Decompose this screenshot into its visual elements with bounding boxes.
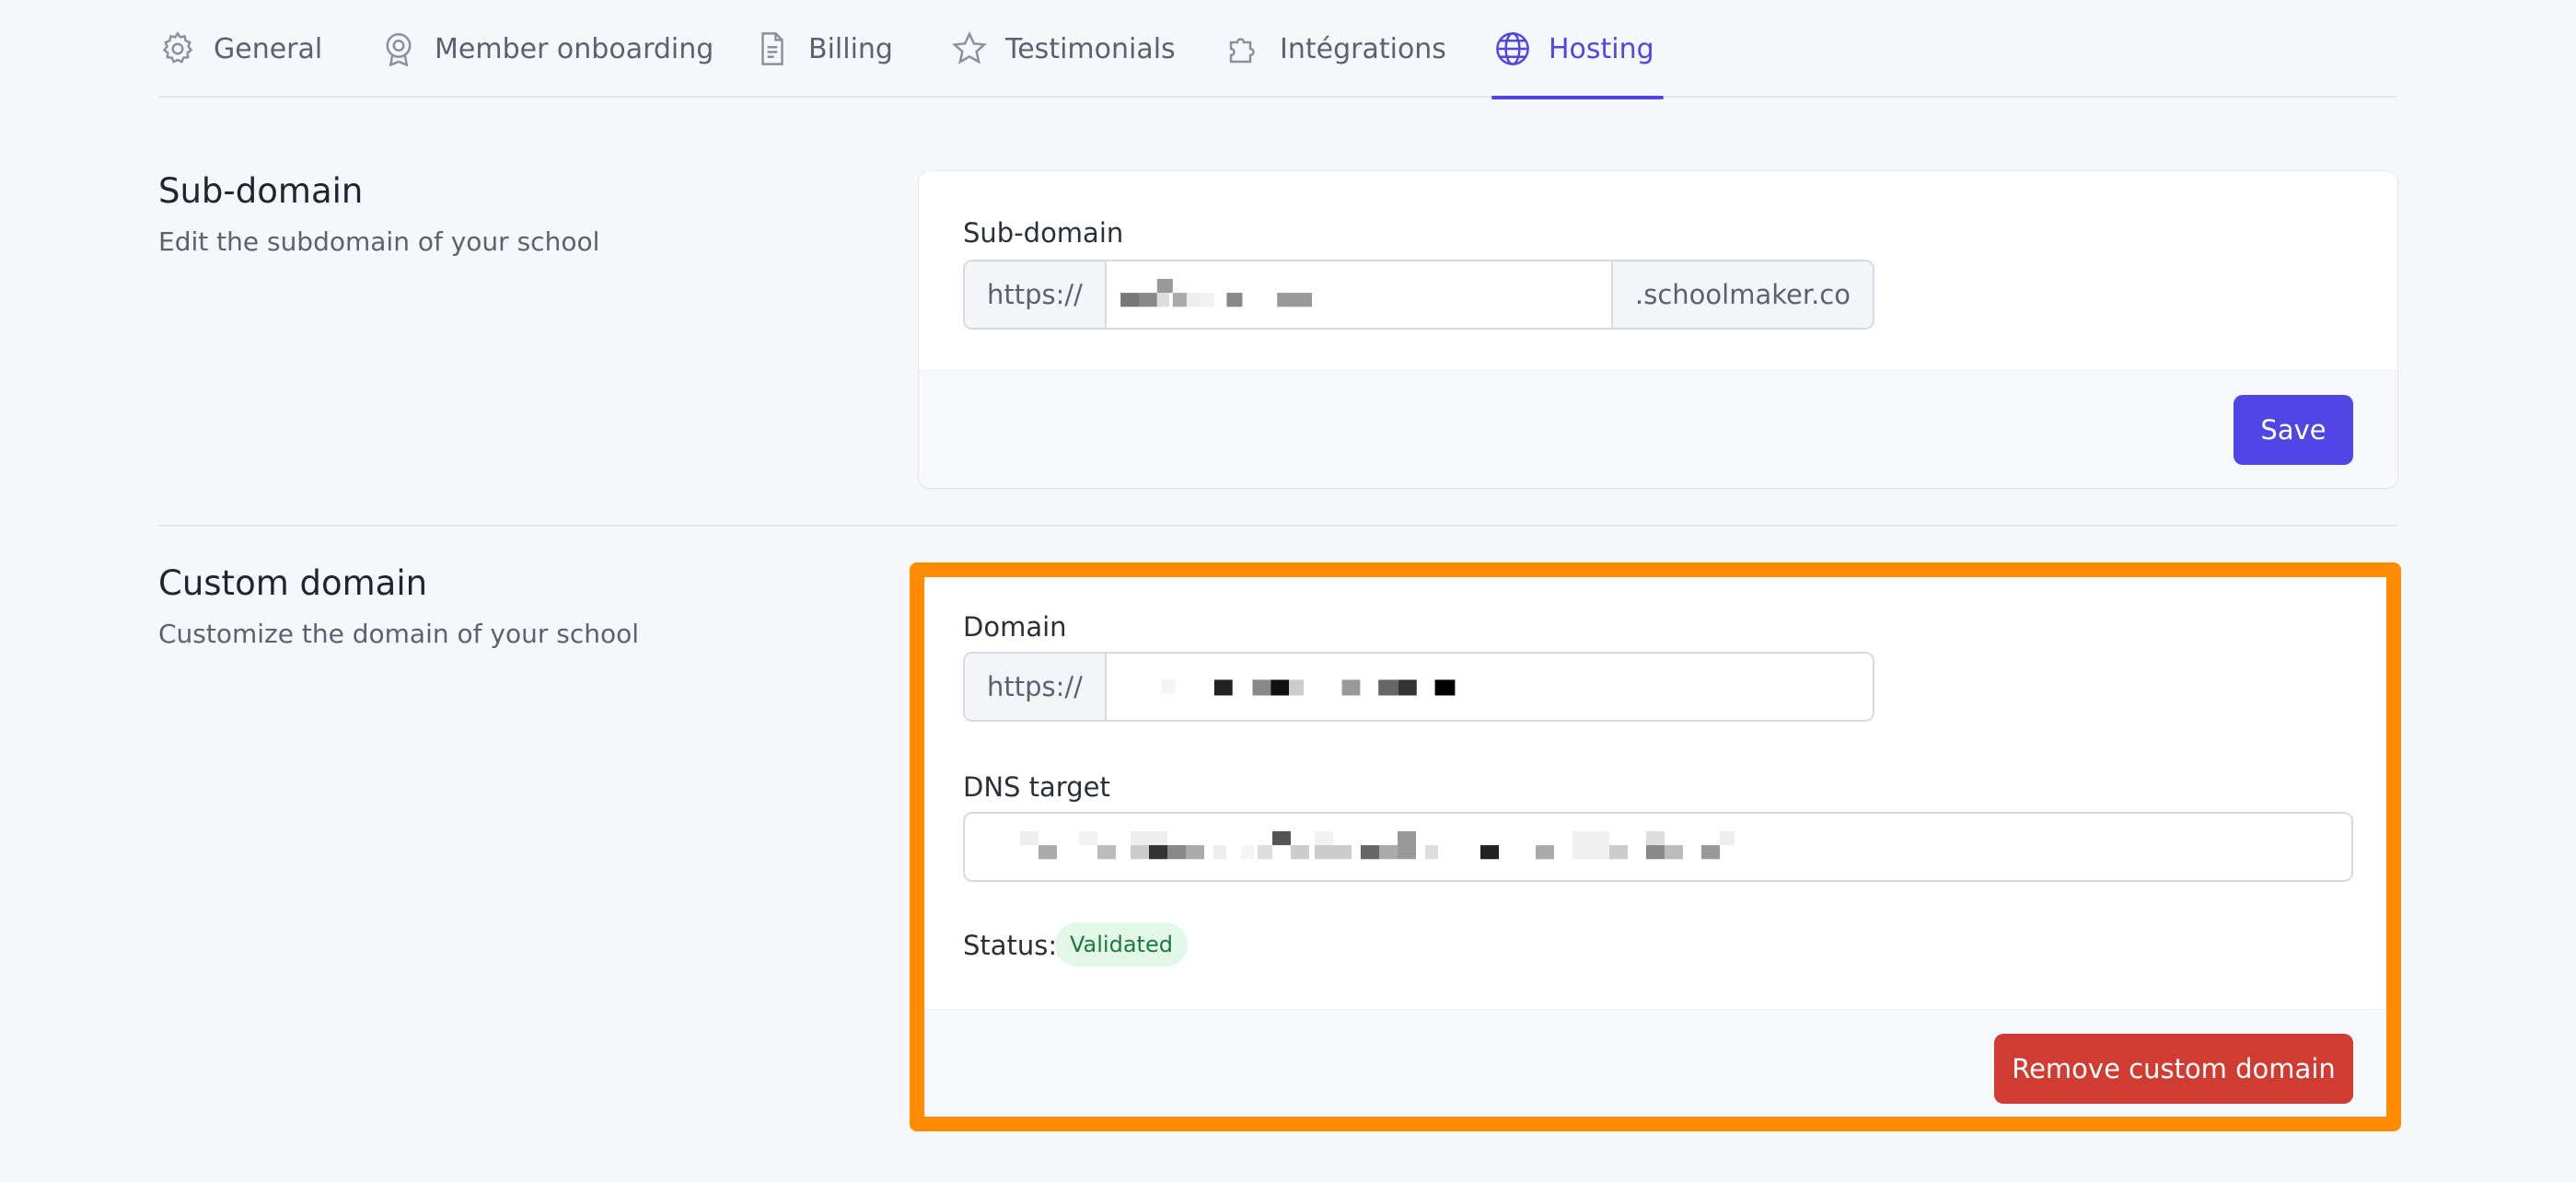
tab-label: Intégrations bbox=[1280, 32, 1446, 65]
tab-label: Billing bbox=[808, 32, 893, 65]
section-divider bbox=[158, 525, 2397, 527]
tab-member-onboarding[interactable]: Member onboarding bbox=[379, 0, 714, 98]
tab-label: Testimonials bbox=[1005, 32, 1176, 65]
redacted-value bbox=[1161, 679, 1456, 696]
tab-hosting[interactable]: Hosting bbox=[1491, 0, 1664, 99]
subdomain-card-footer: Save bbox=[919, 370, 2397, 488]
dns-target-input-group bbox=[963, 812, 2353, 882]
tab-billing[interactable]: Billing bbox=[753, 0, 893, 98]
subdomain-section-description: Edit the subdomain of your school bbox=[158, 226, 600, 257]
status-label: Status: bbox=[963, 930, 1058, 961]
settings-tabs: General Member onboarding Billing Testim… bbox=[158, 0, 2397, 99]
subdomain-field-label: Sub-domain bbox=[963, 217, 1124, 249]
hosting-settings-page: General Member onboarding Billing Testim… bbox=[0, 0, 2576, 1182]
dns-target-field-label: DNS target bbox=[963, 771, 1110, 803]
domain-prefix: https:// bbox=[965, 654, 1107, 720]
puzzle-icon bbox=[1229, 38, 1255, 64]
custom-domain-section-title: Custom domain bbox=[158, 563, 428, 603]
domain-input[interactable] bbox=[1107, 654, 1873, 720]
star-icon bbox=[951, 31, 988, 64]
badge-icon bbox=[386, 33, 412, 67]
redacted-value bbox=[1020, 830, 1735, 860]
gear-icon bbox=[162, 31, 193, 64]
tab-testimonials[interactable]: Testimonials bbox=[950, 0, 1176, 98]
subdomain-card: Sub-domain https:// .schoolmaker.co Save bbox=[919, 171, 2397, 488]
status-badge: Validated bbox=[1055, 922, 1188, 967]
tab-label: General bbox=[214, 32, 323, 65]
document-icon bbox=[761, 32, 783, 65]
subdomain-input[interactable] bbox=[1107, 261, 1611, 328]
custom-domain-section-description: Customize the domain of your school bbox=[158, 619, 640, 649]
tab-general[interactable]: General bbox=[158, 0, 322, 98]
domain-input-group: https:// bbox=[963, 652, 1874, 722]
subdomain-suffix: .schoolmaker.co bbox=[1611, 261, 1873, 328]
dns-target-input[interactable] bbox=[965, 814, 2351, 880]
subdomain-prefix: https:// bbox=[965, 261, 1107, 328]
custom-domain-card-footer: Remove custom domain bbox=[919, 1009, 2397, 1127]
tab-integrations[interactable]: Intégrations bbox=[1224, 0, 1446, 98]
domain-field-label: Domain bbox=[963, 611, 1067, 643]
subdomain-section-title: Sub-domain bbox=[158, 171, 364, 211]
remove-custom-domain-button[interactable]: Remove custom domain bbox=[1994, 1034, 2353, 1104]
redacted-value bbox=[1120, 278, 1312, 307]
custom-domain-card: Domain https:// DNS target Status: Valid… bbox=[919, 563, 2397, 1127]
tab-label: Member onboarding bbox=[435, 32, 714, 65]
save-button[interactable]: Save bbox=[2234, 395, 2353, 465]
subdomain-input-group: https:// .schoolmaker.co bbox=[963, 260, 1874, 330]
tab-label: Hosting bbox=[1549, 32, 1654, 65]
globe-icon bbox=[1496, 32, 1529, 65]
